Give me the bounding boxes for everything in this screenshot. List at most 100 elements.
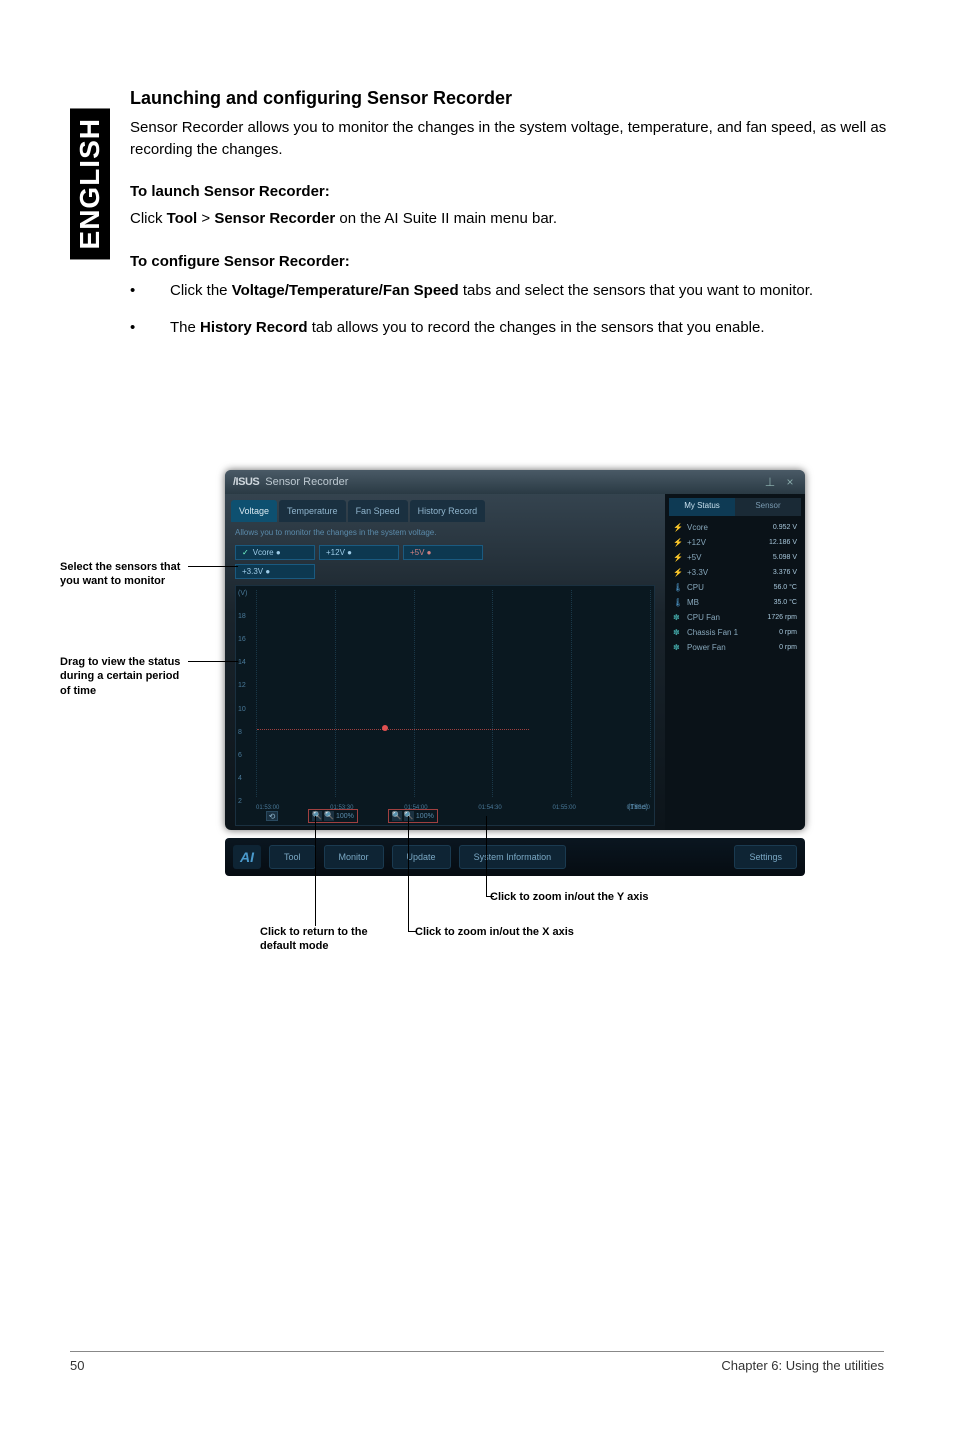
close-icon[interactable]: ×: [783, 475, 797, 489]
sensor-12v-checkbox[interactable]: +12V ●: [319, 545, 399, 560]
callout-zoom-x: Click to zoom in/out the X axis: [415, 925, 585, 939]
sensor-tab[interactable]: Sensor: [735, 498, 801, 516]
y-tick: 14: [238, 659, 256, 666]
pin-icon[interactable]: ⊥: [763, 475, 777, 489]
zoom-y-value: 100%: [416, 813, 434, 820]
left-panel: Voltage Temperature Fan Speed History Re…: [225, 494, 665, 830]
callout-select-sensors: Select the sensors that you want to moni…: [60, 560, 190, 589]
bullet-list: • Click the Voltage/Temperature/Fan Spee…: [130, 280, 890, 340]
section-heading: Launching and configuring Sensor Recorde…: [130, 88, 890, 109]
tool-button[interactable]: Tool: [269, 845, 316, 869]
tool-bold: Tool: [167, 210, 198, 227]
text: tab allows you to record the changes in …: [308, 319, 765, 336]
stat-value: 0 rpm: [779, 629, 797, 636]
text: tabs and select the sensors that you wan…: [459, 282, 813, 299]
stat-row: ⚡+3.3V3.376 V: [669, 565, 801, 580]
window-title: Sensor Recorder: [265, 476, 348, 488]
stat-label: MB: [683, 598, 774, 607]
stat-label: +12V: [683, 538, 769, 547]
stat-row: ✽Power Fan0 rpm: [669, 640, 801, 655]
asus-logo: /ISUS: [233, 476, 259, 488]
right-status-panel: My Status Sensor ⚡Vcore0.952 V⚡+12V12.18…: [665, 494, 805, 830]
callout-drag-view: Drag to view the status during a certain…: [60, 655, 190, 698]
home-button[interactable]: AI: [233, 845, 261, 869]
sensor-recorder-bold: Sensor Recorder: [214, 210, 335, 227]
bold-text: History Record: [200, 319, 308, 336]
chart-area[interactable]: (V) 18 16 14 12 10 8 6 4 2: [235, 585, 655, 826]
time-axis-label: (Time): [628, 804, 648, 811]
status-tab[interactable]: My Status: [669, 498, 735, 516]
stat-label: Power Fan: [683, 643, 779, 652]
x-tick: 01:54:30: [478, 805, 501, 811]
sensor-checkbox-row: Vcore ● +12V ● +5V ●: [231, 543, 659, 562]
zoom-reset-button[interactable]: ⟲: [266, 811, 278, 821]
zoom-y-in-icon[interactable]: 🔍: [392, 811, 402, 821]
y-tick: 8: [238, 729, 256, 736]
stat-row: ✽Chassis Fan 10 rpm: [669, 625, 801, 640]
zoom-controls: ⟲ 🔍 🔍 100% 🔍 🔍 100%: [266, 809, 438, 823]
launch-heading: To launch Sensor Recorder:: [130, 183, 890, 200]
page-number: 50: [70, 1358, 84, 1373]
y-tick: 4: [238, 775, 256, 782]
tab-history-record[interactable]: History Record: [410, 500, 486, 522]
update-button[interactable]: Update: [392, 845, 451, 869]
configure-heading: To configure Sensor Recorder:: [130, 253, 890, 270]
zoom-x-in-icon[interactable]: 🔍: [312, 811, 322, 821]
titlebar: /ISUS Sensor Recorder ⊥ ×: [225, 470, 805, 494]
stat-label: +5V: [683, 553, 773, 562]
stat-icon: ⚡: [673, 568, 683, 577]
sensor-recorder-window: /ISUS Sensor Recorder ⊥ × Voltage Temper…: [225, 470, 805, 830]
stat-row: ⚡+12V12.186 V: [669, 535, 801, 550]
stat-value: 56.0 °C: [774, 584, 797, 591]
tabs-row: Voltage Temperature Fan Speed History Re…: [231, 500, 659, 522]
launch-instruction: Click Tool > Sensor Recorder on the AI S…: [130, 210, 890, 227]
main-content: Launching and configuring Sensor Recorde…: [130, 88, 890, 355]
bottom-toolbar: AI Tool Monitor Update System Informatio…: [225, 838, 805, 876]
x-tick: 01:55:00: [553, 805, 576, 811]
sensor-vcore-checkbox[interactable]: Vcore ●: [235, 545, 315, 560]
zoom-x-value: 100%: [336, 813, 354, 820]
text: Click: [130, 210, 167, 227]
stat-label: Chassis Fan 1: [683, 628, 779, 637]
stat-icon: 🌡: [673, 583, 683, 592]
stat-label: +3.3V: [683, 568, 773, 577]
stat-value: 35.0 °C: [774, 599, 797, 606]
stat-icon: ⚡: [673, 553, 683, 562]
list-item: • The History Record tab allows you to r…: [130, 317, 890, 339]
sensor-3v-checkbox[interactable]: +3.3V ●: [235, 564, 315, 579]
zoom-x-out-icon[interactable]: 🔍: [324, 811, 334, 821]
y-tick: 18: [238, 613, 256, 620]
hint-text: Allows you to monitor the changes in the…: [231, 522, 659, 543]
page-footer: 50 Chapter 6: Using the utilities: [70, 1351, 884, 1373]
sensor-5v-checkbox[interactable]: +5V ●: [403, 545, 483, 560]
system-info-button[interactable]: System Information: [459, 845, 567, 869]
y-tick: 12: [238, 682, 256, 689]
tab-temperature[interactable]: Temperature: [279, 500, 346, 522]
bullet: •: [130, 280, 170, 302]
text: Click the: [170, 282, 232, 299]
stat-label: Vcore: [683, 523, 773, 532]
stat-row: ⚡Vcore0.952 V: [669, 520, 801, 535]
y-tick: 16: [238, 636, 256, 643]
stat-row: 🌡CPU56.0 °C: [669, 580, 801, 595]
stat-icon: ✽: [673, 643, 683, 652]
chapter-label: Chapter 6: Using the utilities: [721, 1358, 884, 1373]
stat-value: 0 rpm: [779, 644, 797, 651]
y-tick: (V): [238, 590, 256, 597]
stat-value: 3.376 V: [773, 569, 797, 576]
stat-row: ⚡+5V5.098 V: [669, 550, 801, 565]
y-tick: 10: [238, 706, 256, 713]
y-axis: (V) 18 16 14 12 10 8 6 4 2: [238, 590, 256, 805]
y-tick: 2: [238, 798, 256, 805]
text: on the AI Suite II main menu bar.: [335, 210, 557, 227]
tab-fan-speed[interactable]: Fan Speed: [348, 500, 408, 522]
stat-value: 1726 rpm: [767, 614, 797, 621]
text: The: [170, 319, 200, 336]
tab-voltage[interactable]: Voltage: [231, 500, 277, 522]
stat-row: ✽CPU Fan1726 rpm: [669, 610, 801, 625]
intro-paragraph: Sensor Recorder allows you to monitor th…: [130, 117, 890, 161]
stat-value: 12.186 V: [769, 539, 797, 546]
monitor-button[interactable]: Monitor: [324, 845, 384, 869]
settings-button[interactable]: Settings: [734, 845, 797, 869]
list-item: • Click the Voltage/Temperature/Fan Spee…: [130, 280, 890, 302]
